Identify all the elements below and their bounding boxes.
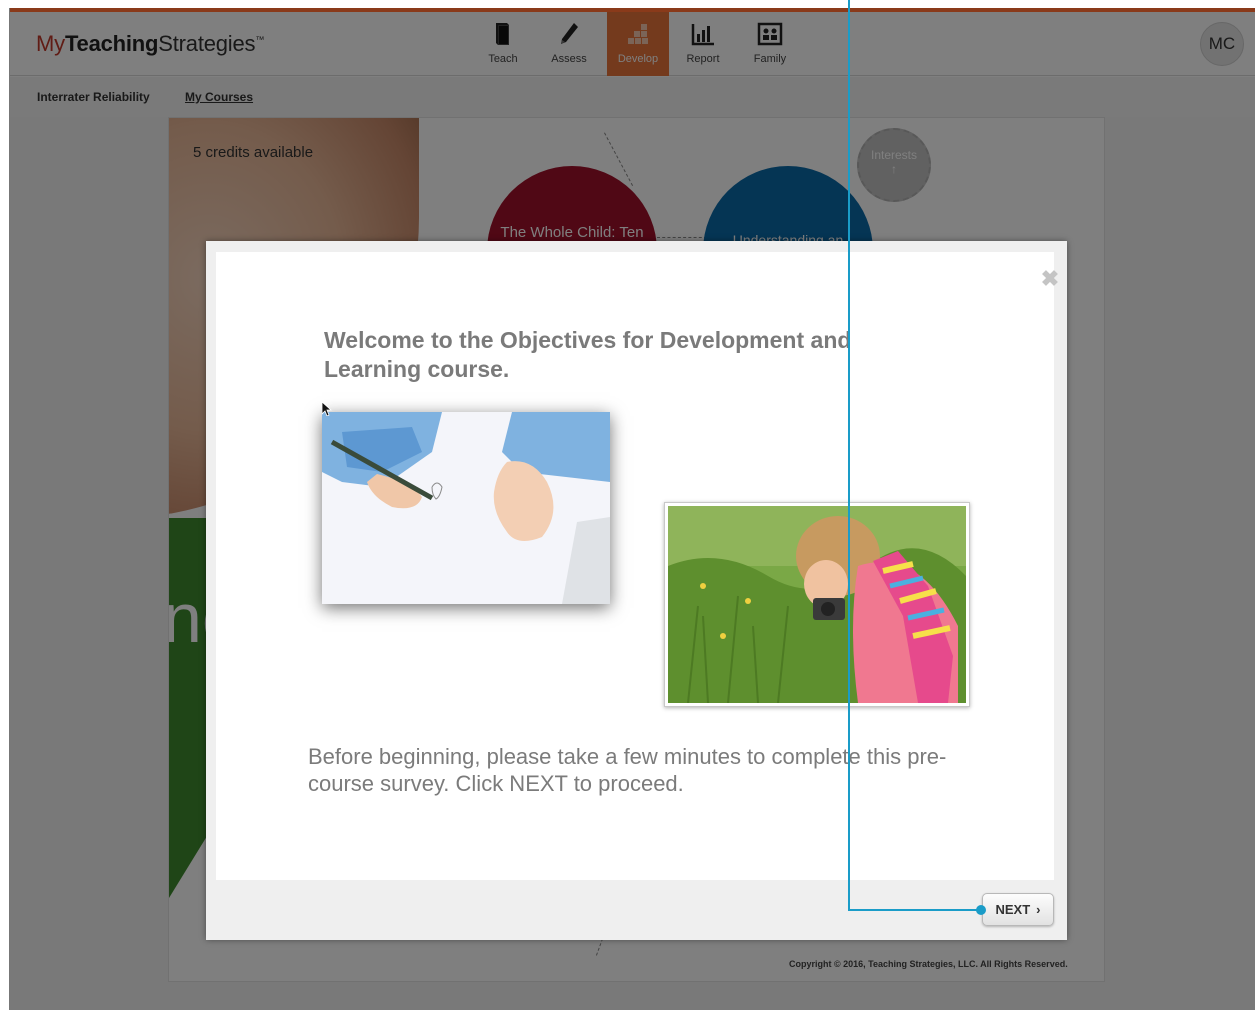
modal-body-text: Before beginning, please take a few minu… (308, 744, 947, 796)
next-button[interactable]: NEXT › (982, 893, 1054, 926)
modal-content: ✖ Welcome to the Objectives for Developm… (216, 252, 1059, 880)
app-window: MyTeachingStrategies™ Teach Assess (0, 0, 1255, 1010)
child-camera-photo (664, 502, 970, 707)
child-drawing-illustration (322, 412, 610, 604)
child-camera-image (668, 506, 966, 703)
next-button-label: NEXT (995, 902, 1031, 917)
welcome-modal: ✖ Welcome to the Objectives for Developm… (206, 241, 1067, 940)
close-icon[interactable]: ✖ (1039, 268, 1061, 290)
child-camera-illustration (668, 506, 966, 703)
mouse-cursor-icon (322, 402, 332, 416)
child-drawing-photo (322, 412, 610, 604)
modal-heading: Welcome to the Objectives for Developmen… (324, 327, 852, 382)
chevron-right-icon: › (1036, 902, 1041, 917)
